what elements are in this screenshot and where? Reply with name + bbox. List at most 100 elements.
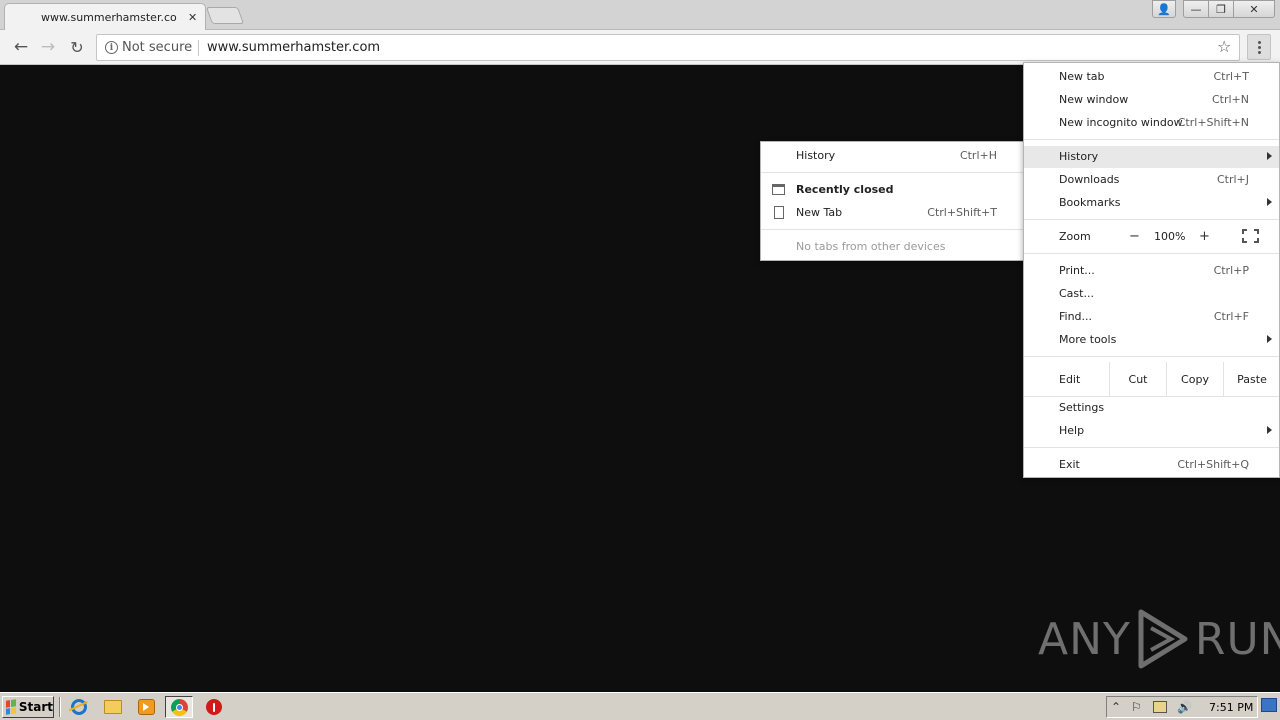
- cut-button[interactable]: Cut: [1109, 362, 1166, 396]
- url-text[interactable]: www.summerhamster.com: [207, 40, 380, 55]
- watermark-left-text: ANY: [1038, 613, 1131, 665]
- fullscreen-icon[interactable]: [1242, 229, 1259, 243]
- menu-item-label: New incognito window: [1059, 116, 1183, 129]
- copy-button[interactable]: Copy: [1166, 362, 1223, 396]
- zoom-out-button[interactable]: −: [1129, 229, 1140, 244]
- play-triangle-icon: [1138, 609, 1188, 669]
- submenu-arrow-icon: [1267, 426, 1272, 434]
- info-icon[interactable]: i: [105, 41, 118, 54]
- menu-item-shortcut: Ctrl+N: [1211, 93, 1249, 106]
- menu-item-label: New tab: [1059, 70, 1105, 83]
- menu-item-find[interactable]: Find... Ctrl+F: [1024, 306, 1279, 328]
- chrome-main-menu: New tab Ctrl+T New window Ctrl+N New inc…: [1023, 62, 1280, 478]
- watermark-right-text: RUN: [1194, 613, 1280, 665]
- menu-item-history[interactable]: History: [1024, 146, 1279, 168]
- menu-item-new-incognito-window[interactable]: New incognito window Ctrl+Shift+N: [1024, 112, 1279, 134]
- paste-button[interactable]: Paste: [1223, 362, 1280, 396]
- submenu-history-label: History: [796, 149, 836, 162]
- menu-item-settings[interactable]: Settings: [1024, 397, 1279, 419]
- submenu-no-tabs: No tabs from other devices: [761, 236, 1025, 258]
- menu-item-label: Print...: [1059, 264, 1095, 277]
- taskbar-chrome[interactable]: [165, 696, 193, 718]
- chrome-menu-button[interactable]: [1247, 34, 1271, 60]
- submenu-new-tab-shortcut: Ctrl+Shift+T: [927, 206, 997, 219]
- clock[interactable]: 7:51 PM: [1209, 701, 1253, 714]
- menu-item-label: Edit: [1059, 373, 1081, 386]
- action-center-flag-icon[interactable]: ⚐: [1131, 701, 1142, 713]
- menu-item-shortcut: Ctrl+Shift+N: [1177, 116, 1249, 129]
- submenu-arrow-icon: [1267, 335, 1272, 343]
- submenu-arrow-icon: [1267, 198, 1272, 206]
- minimize-button[interactable]: —: [1183, 0, 1209, 18]
- menu-item-label: Cast...: [1059, 287, 1094, 300]
- submenu-history-shortcut: Ctrl+H: [959, 149, 997, 162]
- taskbar-divider: [59, 697, 61, 717]
- windows-taskbar: Start ⌃ ⚐ 🔊 7:51 PM: [0, 692, 1280, 720]
- menu-item-label: Bookmarks: [1059, 196, 1121, 209]
- menu-item-cast[interactable]: Cast...: [1024, 283, 1279, 305]
- menu-item-downloads[interactable]: Downloads Ctrl+J: [1024, 169, 1279, 191]
- start-label: Start: [18, 700, 53, 714]
- kebab-menu-icon: [1257, 40, 1261, 54]
- tray-expand-icon[interactable]: ⌃: [1111, 701, 1121, 713]
- browser-tab[interactable]: www.summerhamster.com ( ✕: [4, 3, 206, 30]
- menu-item-bookmarks[interactable]: Bookmarks: [1024, 192, 1279, 214]
- tab-close-icon[interactable]: ✕: [188, 11, 197, 24]
- omnibox-divider: [198, 40, 199, 56]
- show-desktop-icon[interactable]: [1261, 698, 1277, 712]
- menu-item-label: History: [1059, 150, 1099, 163]
- bookmark-star-icon[interactable]: ☆: [1217, 37, 1231, 56]
- menu-item-new-window[interactable]: New window Ctrl+N: [1024, 89, 1279, 111]
- close-window-button[interactable]: ✕: [1233, 0, 1275, 18]
- menu-item-edit: Edit Cut Copy Paste: [1024, 362, 1279, 396]
- zoom-in-button[interactable]: +: [1199, 229, 1210, 244]
- network-icon[interactable]: [1153, 701, 1167, 713]
- submenu-history[interactable]: History Ctrl+H: [761, 145, 1025, 167]
- window-icon: [772, 184, 785, 195]
- page-icon: [774, 206, 784, 219]
- tab-strip: www.summerhamster.com ( ✕ 👤 — ❐ ✕: [0, 0, 1280, 30]
- folder-icon: [104, 700, 122, 714]
- reload-icon[interactable]: ↻: [67, 37, 87, 57]
- submenu-new-tab[interactable]: New Tab Ctrl+Shift+T: [761, 202, 1025, 224]
- menu-item-shortcut: Ctrl+P: [1213, 264, 1249, 277]
- forward-arrow-icon[interactable]: →: [38, 37, 58, 57]
- address-bar[interactable]: i Not secure www.summerhamster.com ☆: [96, 34, 1240, 61]
- maximize-button[interactable]: ❐: [1208, 0, 1234, 18]
- menu-item-exit[interactable]: Exit Ctrl+Shift+Q: [1024, 454, 1279, 476]
- menu-item-print[interactable]: Print... Ctrl+P: [1024, 260, 1279, 282]
- menu-item-label: New window: [1059, 93, 1129, 106]
- menu-divider: [1024, 139, 1279, 140]
- taskbar-media-player[interactable]: [132, 696, 160, 718]
- menu-item-label: Downloads: [1059, 173, 1120, 186]
- history-submenu: History Ctrl+H Recently closed New Tab C…: [760, 141, 1026, 261]
- submenu-arrow-icon: [1267, 152, 1272, 160]
- submenu-divider: [761, 229, 1025, 230]
- menu-item-label: Zoom: [1059, 230, 1091, 243]
- menu-item-new-tab[interactable]: New tab Ctrl+T: [1024, 66, 1279, 88]
- system-tray: ⌃ ⚐ 🔊 7:51 PM: [1106, 696, 1258, 718]
- taskbar-security-app[interactable]: [200, 696, 228, 718]
- menu-divider: [1024, 447, 1279, 448]
- menu-divider: [1024, 253, 1279, 254]
- media-player-icon: [137, 699, 155, 715]
- menu-item-label: More tools: [1059, 333, 1117, 346]
- anyrun-watermark: ANY RUN: [1038, 608, 1280, 670]
- new-tab-button[interactable]: [205, 7, 245, 24]
- recently-closed-heading: Recently closed: [796, 183, 894, 196]
- back-arrow-icon[interactable]: ←: [11, 37, 31, 57]
- user-profile-icon[interactable]: 👤: [1152, 0, 1176, 18]
- menu-item-label: Help: [1059, 424, 1085, 437]
- menu-item-shortcut: Ctrl+F: [1213, 310, 1249, 323]
- internet-explorer-icon: [71, 699, 87, 715]
- taskbar-explorer[interactable]: [99, 696, 127, 718]
- menu-item-more-tools[interactable]: More tools: [1024, 329, 1279, 351]
- taskbar-internet-explorer[interactable]: [65, 696, 93, 718]
- menu-item-label: Settings: [1059, 401, 1105, 414]
- security-label[interactable]: Not secure: [122, 40, 192, 55]
- volume-icon[interactable]: 🔊: [1177, 701, 1192, 713]
- tab-title: www.summerhamster.com (: [41, 11, 177, 24]
- zoom-level: 100%: [1154, 230, 1186, 243]
- start-button[interactable]: Start: [2, 696, 54, 718]
- menu-item-help[interactable]: Help: [1024, 420, 1279, 442]
